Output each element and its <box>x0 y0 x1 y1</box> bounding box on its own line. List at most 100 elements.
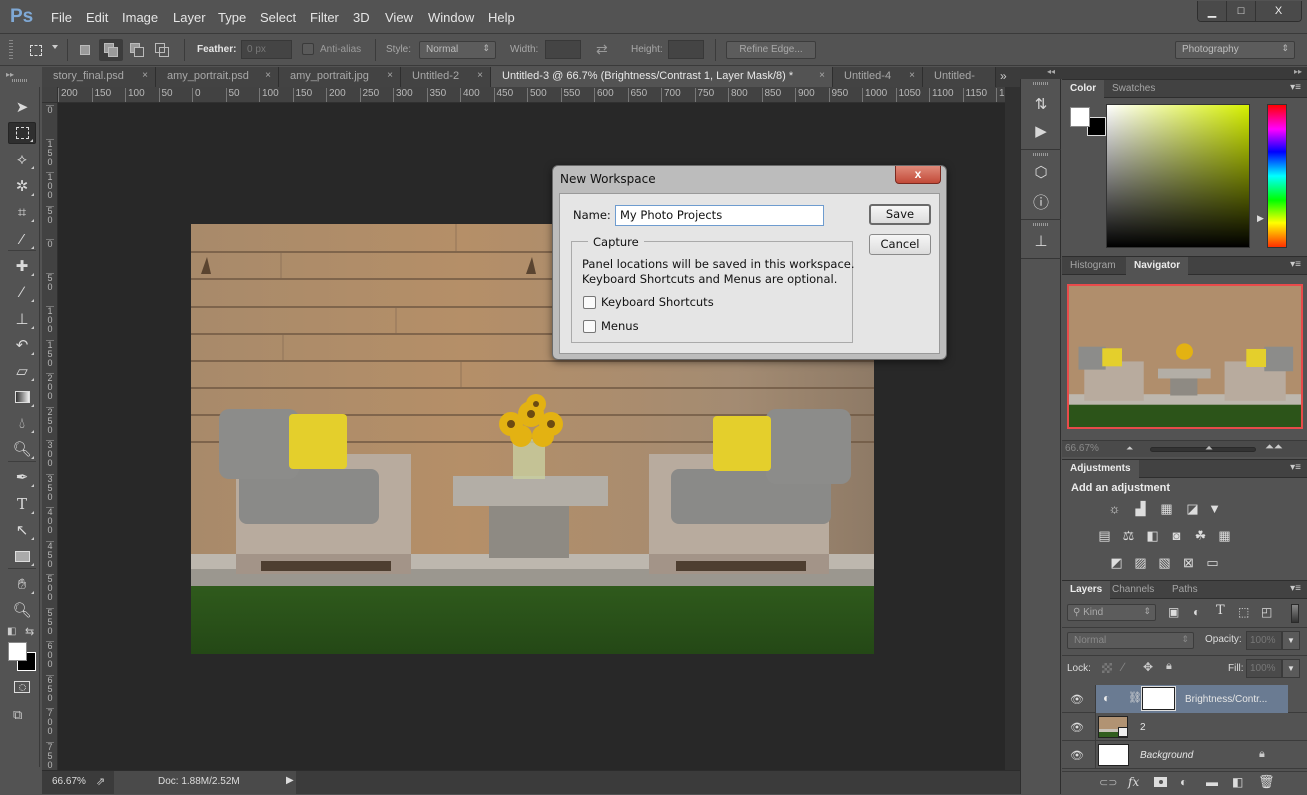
zoom-level[interactable]: 66.67% <box>52 776 86 787</box>
menu-3d[interactable]: 3D <box>353 10 370 25</box>
close-window-button[interactable]: X <box>1255 1 1301 21</box>
tab-histogram[interactable]: Histogram <box>1062 257 1124 275</box>
eraser-tool[interactable]: ▱ <box>8 360 36 382</box>
tab-untitled-3[interactable]: Untitled-3 @ 66.7% (Brightness/Contrast … <box>491 67 833 87</box>
lock-position-icon[interactable]: ✥ <box>1143 660 1153 674</box>
close-tab-icon[interactable]: × <box>909 70 915 81</box>
brightness-contrast-icon[interactable]: ☼ <box>1106 501 1123 516</box>
close-tab-icon[interactable]: × <box>387 70 393 81</box>
options-bar-grip[interactable] <box>9 40 13 60</box>
menu-view[interactable]: View <box>385 10 413 25</box>
layer-style-fx-icon[interactable]: fx <box>1128 775 1139 789</box>
layer-filter-select[interactable]: ⚲ Kind ⇕ <box>1067 604 1156 621</box>
new-group-icon[interactable]: ▬ <box>1206 775 1218 789</box>
layer-row[interactable]: 👁︎ ◐ ⛓︎ Brightness/Contr... <box>1062 685 1307 713</box>
style-select[interactable]: Normal ⇕ <box>419 41 496 59</box>
filter-type-layers-icon[interactable]: T <box>1216 603 1225 618</box>
photo-filter-icon[interactable]: ◙ <box>1168 528 1185 543</box>
panel-menu-icon[interactable]: ▾≡ <box>1290 82 1301 93</box>
anti-alias-checkbox[interactable] <box>302 43 314 55</box>
menu-select[interactable]: Select <box>260 10 296 25</box>
navigator-zoom-slider[interactable] <box>1150 447 1256 452</box>
fill-dropdown[interactable]: ▼ <box>1282 659 1300 678</box>
layer-lock-icon[interactable]: 🔒︎ <box>1259 748 1265 761</box>
rectangle-tool[interactable] <box>8 545 36 567</box>
tools-panel-header[interactable]: ▸▸ <box>0 67 40 85</box>
tab-amy-portrait-jpg[interactable]: amy_portrait.jpg × <box>279 67 401 87</box>
vertical-scrollbar[interactable] <box>1005 87 1020 770</box>
tabs-overflow-button[interactable]: » <box>1000 69 1007 83</box>
workspace-name-input[interactable]: My Photo Projects <box>615 205 824 226</box>
history-panel-icon[interactable]: ⇅ <box>1030 93 1052 115</box>
navigator-zoom-value[interactable]: 66.67% <box>1065 443 1099 454</box>
color-field[interactable] <box>1106 104 1250 248</box>
layer-name[interactable]: 2 <box>1140 722 1146 733</box>
panel-grip[interactable] <box>1033 82 1049 85</box>
menu-layer[interactable]: Layer <box>173 10 206 25</box>
maximize-button[interactable]: □ <box>1226 1 1256 21</box>
quick-mask-button[interactable] <box>14 681 30 693</box>
filter-toggle[interactable] <box>1291 604 1299 623</box>
tab-navigator[interactable]: Navigator <box>1126 257 1189 275</box>
screen-mode-button[interactable]: ⧉ <box>13 707 22 723</box>
swap-dimensions-icon[interactable]: ⇄ <box>596 41 608 58</box>
color-balance-icon[interactable]: ⚖ <box>1120 528 1137 543</box>
marquee-tool[interactable] <box>8 122 36 144</box>
tab-color[interactable]: Color <box>1062 80 1105 98</box>
delete-layer-icon[interactable]: 🗑︎ <box>1258 774 1275 790</box>
vibrance-icon[interactable]: ▼ <box>1206 501 1223 516</box>
color-lookup-icon[interactable]: ▦ <box>1216 528 1233 543</box>
menu-image[interactable]: Image <box>122 10 158 25</box>
subtract-selection-button[interactable] <box>125 39 149 61</box>
selective-color-icon[interactable]: ⊠ <box>1180 555 1197 570</box>
zoom-out-icon[interactable]: ⏶ <box>1126 443 1133 454</box>
foreground-color-swatch[interactable] <box>1070 107 1090 127</box>
lock-transparent-icon[interactable] <box>1102 663 1112 673</box>
menu-window[interactable]: Window <box>428 10 474 25</box>
menu-filter[interactable]: Filter <box>310 10 339 25</box>
panel-grip[interactable] <box>12 79 28 82</box>
dodge-tool[interactable]: 🔍︎ <box>8 438 36 460</box>
visibility-eye-icon[interactable]: 👁︎ <box>1070 721 1084 734</box>
new-layer-icon[interactable]: ◧ <box>1232 775 1243 789</box>
lock-all-icon[interactable]: 🔒︎ <box>1166 660 1172 673</box>
clone-stamp-tool[interactable]: ⊥ <box>8 308 36 330</box>
add-mask-icon[interactable] <box>1154 777 1167 787</box>
collapse-icon[interactable]: ◂◂ <box>1047 67 1055 76</box>
layer-name[interactable]: Background <box>1140 750 1193 761</box>
layer-thumbnail[interactable] <box>1098 744 1129 766</box>
vertical-ruler[interactable]: 0150100500501001502002503003504004505005… <box>42 103 58 770</box>
panel-menu-icon[interactable]: ▾≡ <box>1290 259 1301 270</box>
filter-smart-objects-icon[interactable]: ◰ <box>1261 605 1272 619</box>
opacity-input[interactable]: 100% <box>1246 631 1282 650</box>
link-layers-icon[interactable]: ⊂⊃ <box>1099 776 1117 789</box>
black-white-icon[interactable]: ◧ <box>1144 528 1161 543</box>
close-tab-icon[interactable]: × <box>477 70 483 81</box>
actions-panel-icon[interactable]: ▶ <box>1030 120 1052 142</box>
gradient-map-icon[interactable]: ▭ <box>1204 555 1221 570</box>
default-colors-icon[interactable]: ◧ <box>7 626 16 637</box>
layer-row[interactable]: 👁︎ Background 🔒︎ <box>1062 741 1307 769</box>
feather-input[interactable]: 0 px <box>241 40 292 59</box>
blend-mode-select[interactable]: Normal ⇕ <box>1067 632 1194 649</box>
swap-colors-icon[interactable]: ⇆ <box>25 625 34 638</box>
expand-icon[interactable]: ▸▸ <box>1294 67 1302 76</box>
hand-tool[interactable]: ✋︎ <box>8 573 36 595</box>
type-tool[interactable]: T <box>8 493 36 515</box>
path-selection-tool[interactable]: ↖ <box>8 519 36 541</box>
eyedropper-tool[interactable]: ⁄ <box>8 228 36 250</box>
channel-mixer-icon[interactable]: ☘ <box>1192 528 1209 543</box>
panel-menu-icon[interactable]: ▾≡ <box>1290 462 1301 473</box>
height-input[interactable] <box>668 40 704 59</box>
filter-shape-layers-icon[interactable]: ⬚ <box>1238 605 1249 619</box>
tab-swatches[interactable]: Swatches <box>1104 80 1163 98</box>
tab-story-final[interactable]: story_final.psd × <box>42 67 156 87</box>
tab-untitled-5[interactable]: Untitled- <box>923 67 996 87</box>
filter-pixel-layers-icon[interactable]: ▣ <box>1168 605 1179 619</box>
panel-menu-icon[interactable]: ▾≡ <box>1290 583 1301 594</box>
menu-type[interactable]: Type <box>218 10 246 25</box>
add-to-selection-button[interactable] <box>99 39 123 61</box>
gradient-tool[interactable] <box>8 386 36 408</box>
menus-checkbox[interactable] <box>583 320 596 333</box>
filter-adjustment-layers-icon[interactable]: ◐ <box>1193 605 1200 619</box>
